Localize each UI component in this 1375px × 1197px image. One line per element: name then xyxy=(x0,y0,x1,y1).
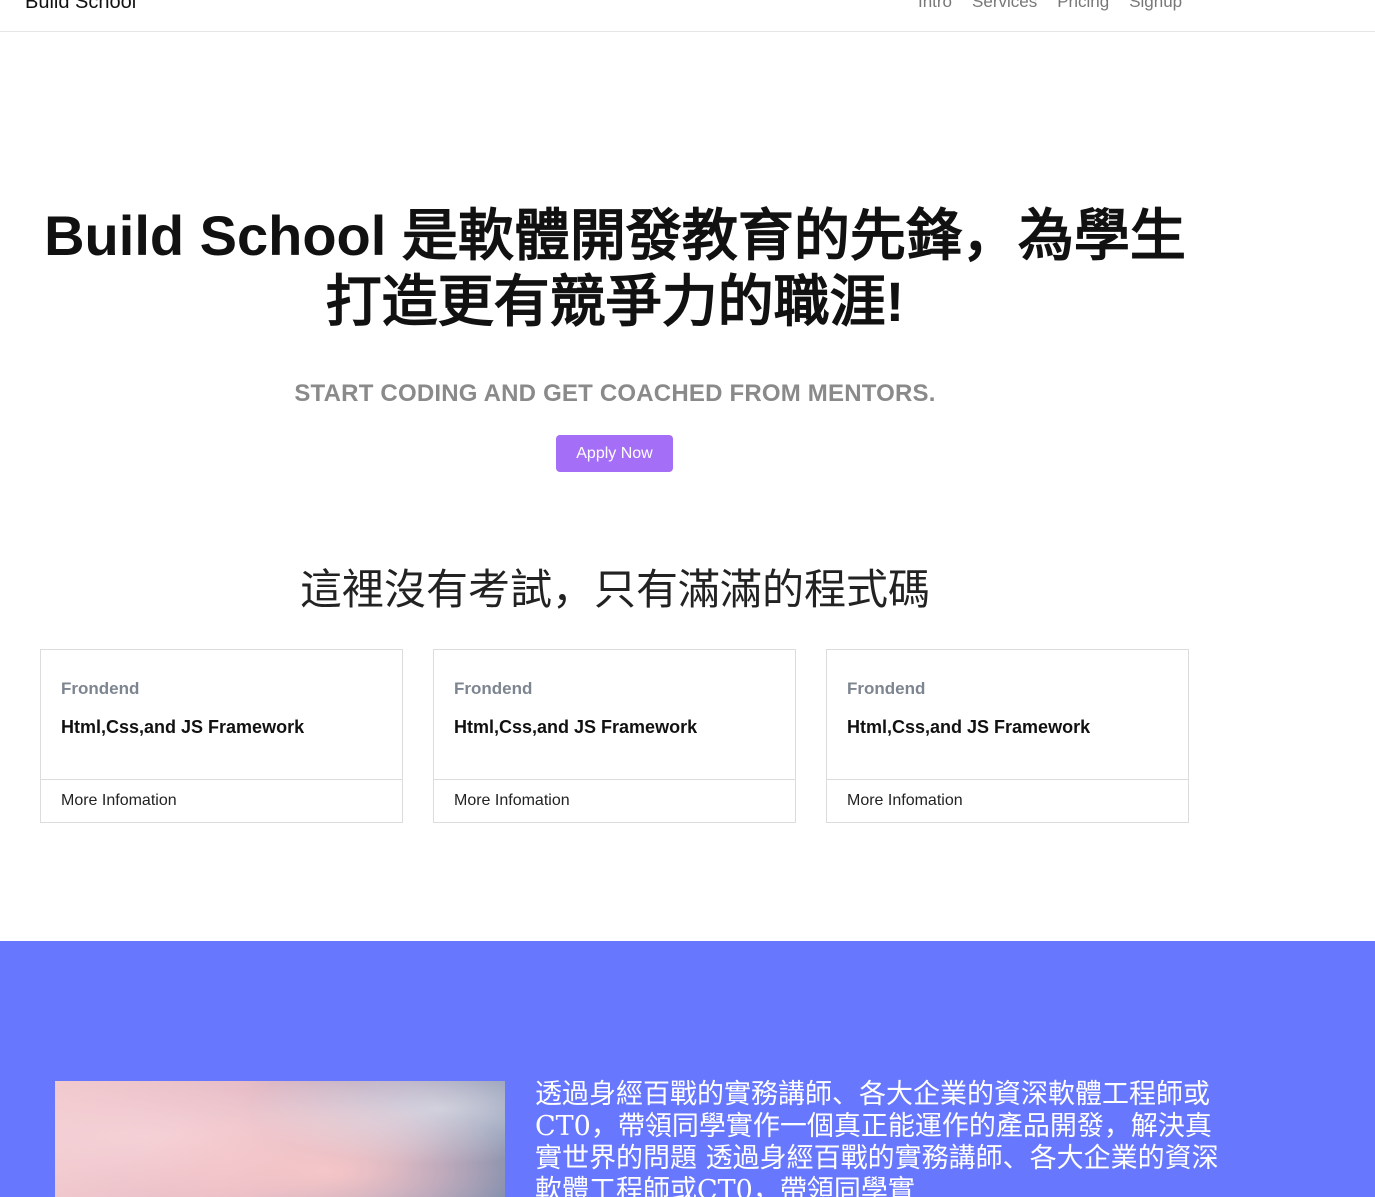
card-footer: More Infomation xyxy=(41,779,402,823)
top-navbar: Build School Intro Services Pricing Sign… xyxy=(0,0,1375,32)
nav-link-services[interactable]: Services xyxy=(972,0,1037,12)
nav-links: Intro Services Pricing Signup xyxy=(908,0,1192,12)
card-footer: More Infomation xyxy=(827,779,1188,823)
more-information-link[interactable]: More Infomation xyxy=(454,792,570,810)
card-footer: More Infomation xyxy=(434,779,795,823)
more-information-link[interactable]: More Infomation xyxy=(847,792,963,810)
nav-link-intro[interactable]: Intro xyxy=(918,0,952,12)
courses-heading: 這裡沒有考試，只有滿滿的程式碼 xyxy=(299,565,930,614)
card-title: Html,Css,and JS Framework xyxy=(454,717,698,737)
about-band: 透過身經百戰的實務講師、各大企業的資深軟體工程師或CT0，帶領同學實作一個真正能… xyxy=(0,941,1375,1197)
more-information-link[interactable]: More Infomation xyxy=(61,792,177,810)
apply-now-button[interactable]: Apply Now xyxy=(556,435,673,472)
course-card-2: Frondend Html,Css,and JS Framework More … xyxy=(433,649,796,823)
hero-subtitle: START CODING AND GET COACHED FROM MENTOR… xyxy=(294,380,936,407)
card-category: Frondend xyxy=(847,679,926,698)
brand-link[interactable]: Build School xyxy=(25,0,136,14)
nav-link-signup[interactable]: Signup xyxy=(1129,0,1182,12)
card-category: Frondend xyxy=(454,679,533,698)
sky-clouds-image xyxy=(55,1081,505,1197)
hero-title: Build School 是軟體開發教育的先鋒，為學生打造更有競爭力的職涯! xyxy=(44,204,1186,333)
course-card-3: Frondend Html,Css,and JS Framework More … xyxy=(826,649,1189,823)
about-text: 透過身經百戰的實務講師、各大企業的資深軟體工程師或CT0，帶領同學實作一個真正能… xyxy=(535,1079,1219,1197)
card-category: Frondend xyxy=(61,679,140,698)
course-card-1: Frondend Html,Css,and JS Framework More … xyxy=(40,649,403,823)
nav-link-pricing[interactable]: Pricing xyxy=(1057,0,1109,12)
card-title: Html,Css,and JS Framework xyxy=(61,717,305,737)
card-title: Html,Css,and JS Framework xyxy=(847,717,1091,737)
